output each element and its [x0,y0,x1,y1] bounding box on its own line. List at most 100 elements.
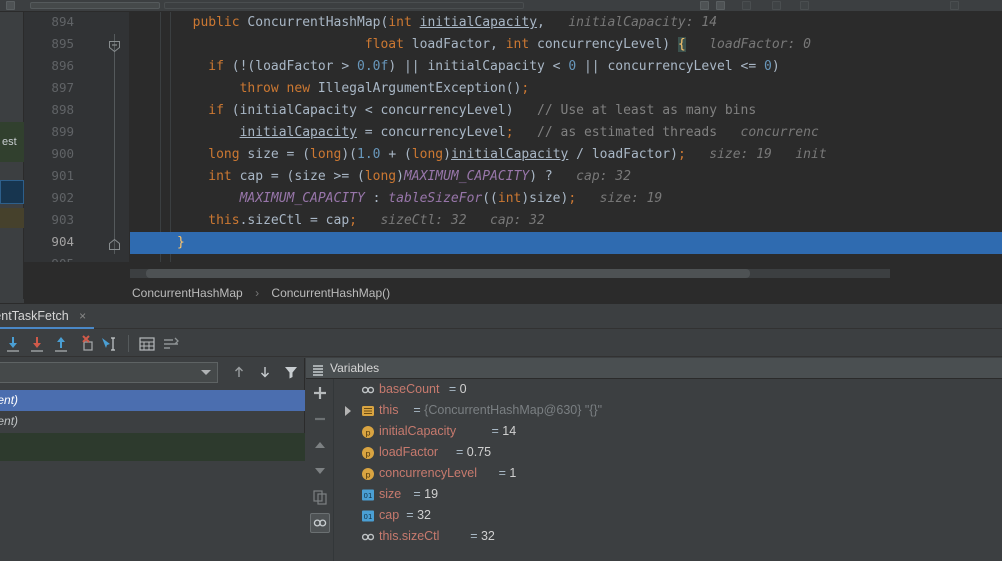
svg-text:01: 01 [364,492,373,500]
line-number[interactable]: 896 [34,58,74,73]
line-number[interactable]: 895 [34,36,74,51]
code-token: tableSizeFor [388,191,483,206]
variable-row[interactable]: this.sizeCtl = 32 [335,526,1002,547]
code-token: int [505,37,530,52]
thread-selector[interactable]: NNING [0,362,218,383]
code-token: || concurrencyLevel <= [576,59,764,74]
line-number[interactable]: 904 [34,234,74,249]
copy-value-icon[interactable] [310,487,330,507]
filter-icon[interactable] [282,363,300,381]
variable-row[interactable]: p loadFactor = 0.75 [335,442,1002,463]
navigation-bar-field[interactable] [30,2,160,9]
variables-side-toolbar [306,379,334,561]
variable-equals: = [470,529,481,543]
code-line[interactable]: initialCapacity = concurrencyLevel; // a… [130,122,819,144]
code-token: ) [771,59,780,74]
evaluate-expression-icon[interactable] [137,334,157,354]
move-watch-up-icon[interactable] [310,435,330,455]
variable-equals: = [448,382,460,396]
editor-horizontal-scrollbar[interactable] [130,269,890,278]
toolbar-icon-4[interactable] [742,1,751,10]
toolbar-icon-5[interactable] [772,1,781,10]
code-token: { [677,37,686,52]
code-folding-rail [114,34,115,254]
chevron-down-icon[interactable] [201,370,211,375]
variables-list[interactable]: baseCount = 0 this = {ConcurrentHashMap@630… [335,379,1002,561]
code-line[interactable]: } [130,232,1002,254]
breadcrumb-class[interactable]: ConcurrentHashMap [130,283,245,303]
step-into-icon[interactable] [27,334,47,354]
line-number[interactable]: 899 [34,124,74,139]
code-line[interactable]: if (initialCapacity < concurrencyLevel) … [130,100,756,122]
toolbar-icon-3[interactable] [716,1,725,10]
frame-row[interactable]: ava.util.concurrent) [0,390,305,411]
frames-header: NNING [0,358,305,386]
step-out-icon[interactable] [51,334,71,354]
remove-watch-icon[interactable] [310,409,330,429]
code-line[interactable]: long size = (long)(1.0 + (long)initialCa… [130,144,826,166]
scrollbar-thumb[interactable] [146,269,750,278]
variable-row[interactable]: baseCount = 0 [335,379,1002,400]
line-number[interactable]: 894 [34,14,74,29]
editor-gutter[interactable]: 894895896897898899900901902903904905 [24,12,130,274]
variable-row[interactable]: this = {ConcurrentHashMap@630} "{}" [335,400,1002,421]
variable-value-group: = 1 [499,463,517,484]
frames-empty-row [0,433,305,461]
trace-current-stream-icon[interactable] [161,334,181,354]
line-number[interactable]: 898 [34,102,74,117]
breadcrumb[interactable]: ConcurrentHashMap › ConcurrentHashMap() [130,283,1002,303]
code-token: long [310,147,342,162]
toolbar-icon-1[interactable] [6,1,15,10]
code-line[interactable]: if (!(loadFactor > 0.0f) || initialCapac… [130,56,780,78]
variable-row[interactable]: 01 cap = 32 [335,505,1002,526]
code-line[interactable]: MAXIMUM_CAPACITY : tableSizeFor((int)siz… [130,188,663,210]
variable-row[interactable]: p concurrencyLevel = 1 [335,463,1002,484]
variable-value: 0 [459,382,467,396]
code-line[interactable]: int cap = (size >= (long)MAXIMUM_CAPACIT… [130,166,631,188]
code-editor[interactable]: 894895896897898899900901902903904905 pub… [24,12,1002,274]
code-token: 0.0f [357,59,389,74]
code-token: (( [482,191,498,206]
navigation-bar-path[interactable] [164,2,524,9]
variable-name: this.sizeCtl [379,529,440,543]
toolbar-icon-2[interactable] [700,1,709,10]
move-up-icon[interactable] [230,363,248,381]
show-numeric-icon[interactable] [310,513,330,533]
move-watch-down-icon[interactable] [310,461,330,481]
close-icon[interactable]: × [79,304,86,329]
step-over-icon[interactable] [3,334,23,354]
line-number[interactable]: 897 [34,80,74,95]
fold-end-icon[interactable] [108,238,121,251]
variables-scrollbar[interactable] [994,379,1002,561]
line-number[interactable]: 902 [34,190,74,205]
breadcrumb-method[interactable]: ConcurrentHashMap() [269,283,392,303]
parameter-icon: p [361,467,375,481]
run-to-cursor-icon[interactable] [99,334,119,354]
line-number[interactable]: 901 [34,168,74,183]
code-token: concurrenc [717,125,819,140]
variable-row[interactable]: 01 size = 19 [335,484,1002,505]
code-line[interactable]: float loadFactor, int concurrencyLevel) … [130,34,811,56]
expand-arrow-icon[interactable] [345,406,351,416]
code-line[interactable]: throw new IllegalArgumentException(); [130,78,530,100]
code-token: long [411,147,444,162]
line-number[interactable]: 900 [34,146,74,161]
fold-collapse-icon[interactable] [108,40,121,53]
code-line[interactable]: this.sizeCtl = cap; sizeCtl: 32 cap: 32 [130,210,545,232]
frame-row[interactable]: ava.util.concurrent) [0,411,305,432]
code-line[interactable]: public ConcurrentHashMap(int initialCapa… [130,12,717,34]
debug-tab-currenttaskfetch[interactable]: CurrentTaskFetch × [0,304,95,329]
code-token: throw [239,81,279,96]
move-down-icon[interactable] [256,363,274,381]
force-step-into-icon[interactable] [75,334,95,354]
add-watch-icon[interactable] [310,383,330,403]
variable-row[interactable]: p initialCapacity = 14 [335,421,1002,442]
line-number[interactable]: 903 [34,212,74,227]
code-text-area[interactable]: public ConcurrentHashMap(int initialCapa… [130,12,1002,274]
variable-equals: = [413,403,425,417]
toolbar-icon-6[interactable] [800,1,809,10]
variable-value: {ConcurrentHashMap@630} "{}" [424,403,603,417]
settings-icon[interactable] [950,1,959,10]
